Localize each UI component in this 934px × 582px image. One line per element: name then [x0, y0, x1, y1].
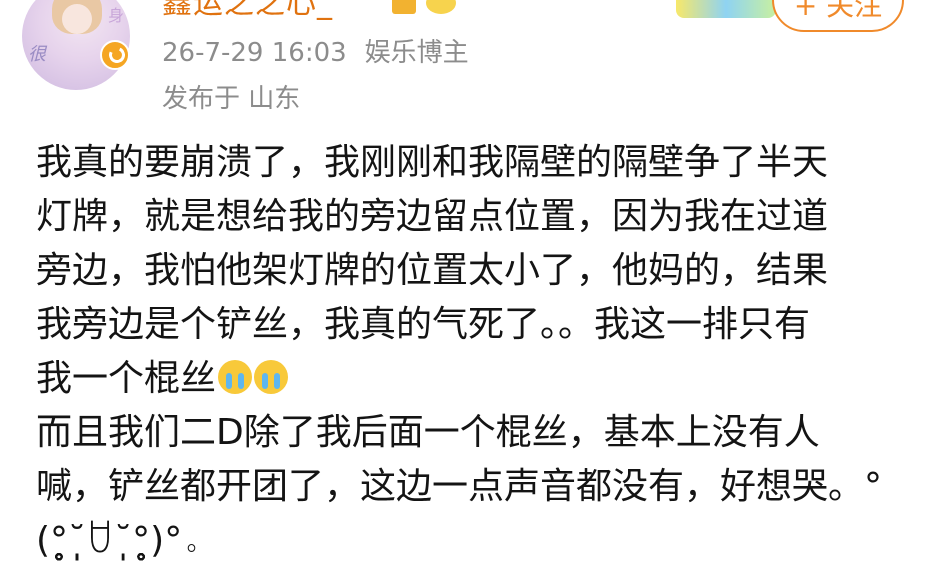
vip-level-icon: [392, 0, 416, 14]
post-location: 发布于 山东: [162, 84, 301, 114]
avatar-text-right: 身: [108, 6, 125, 25]
fan-badge-icon: [426, 0, 456, 14]
post-line: 而且我们二D除了我后面一个棍丝，基本上没有人: [36, 412, 820, 453]
post-line: (°̥̥̥̥̥̥̥̥˘̩̩̩̩̩̩ꇴ˘̩̩̩̩̩̩°̥̥̥̥̥̥̥̥)°。: [36, 520, 211, 561]
post-line: 灯牌，就是想给我的旁边留点位置，因为我在过道: [36, 196, 829, 237]
post-line: 旁边，我怕他架灯牌的位置太小了，他妈的，结果: [36, 250, 829, 291]
crying-face-icon: [254, 360, 289, 394]
follow-button[interactable]: + 关注: [772, 0, 904, 32]
post-date: 26-7-29 16:03: [162, 38, 347, 68]
avatar-text-left: 很: [28, 44, 46, 65]
post-body: 我真的要崩溃了，我刚刚和我隔壁的隔壁争了半天 灯牌，就是想给我的旁边留点位置，因…: [36, 136, 916, 568]
crying-face-icon: [218, 360, 253, 394]
username[interactable]: 鑫运之之心_: [162, 0, 333, 22]
post-line: 我一个棍丝: [36, 358, 217, 399]
avatar-face: [62, 4, 92, 34]
post-line: 喊，铲丝都开团了，这边一点声音都没有，好想哭。°: [36, 466, 883, 507]
post-line: 我真的要崩溃了，我刚刚和我隔壁的隔壁争了半天: [36, 142, 829, 183]
post-line: 我旁边是个铲丝，我真的气死了。。我这一排只有: [36, 304, 811, 345]
post-line-with-emoji: 我一个棍丝: [36, 352, 916, 406]
verified-badge-icon: [100, 40, 130, 70]
decoration-banner-icon: [676, 0, 776, 18]
post-meta: 26-7-29 16:03 娱乐博主: [162, 32, 469, 69]
user-category-label: 娱乐博主: [364, 38, 469, 68]
post-header: 很 身 鑫运之之心_ 26-7-29 16:03 娱乐博主 发布于 山东 + 关注: [0, 0, 934, 120]
